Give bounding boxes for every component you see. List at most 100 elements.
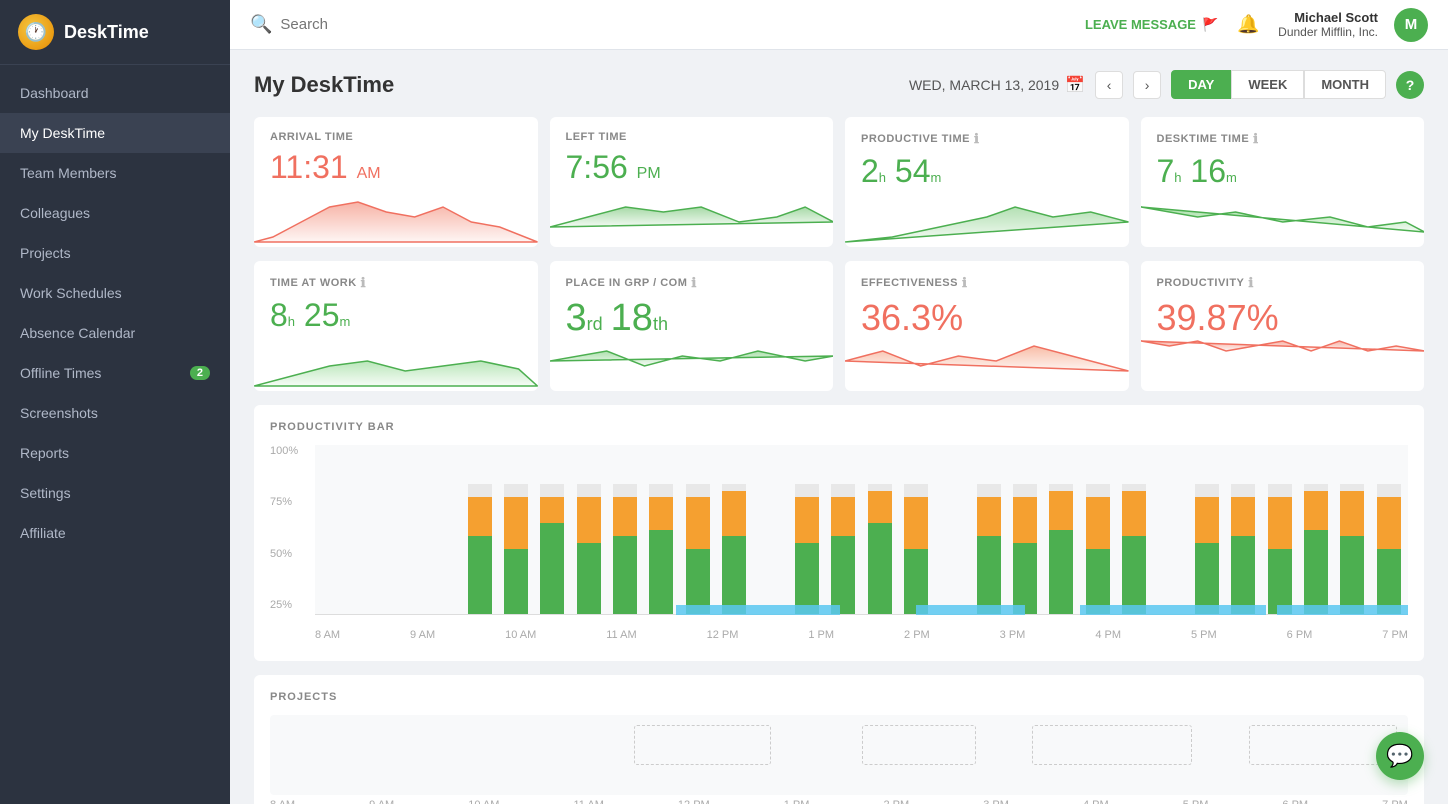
search-input[interactable] bbox=[280, 16, 480, 33]
topbar: 🔍 LEAVE MESSAGE 🚩 🔔 Michael Scott Dunder… bbox=[230, 0, 1448, 50]
leave-message-label: LEAVE MESSAGE bbox=[1085, 17, 1196, 32]
bar-group bbox=[608, 445, 642, 614]
x-axis: 8 AM 9 AM 10 AM 11 AM 12 PM 1 PM 2 PM 3 … bbox=[315, 629, 1408, 641]
left-time-label: LEFT TIME bbox=[566, 131, 818, 143]
arrival-time-card: ARRIVAL TIME 11:31 AM bbox=[254, 117, 538, 247]
sidebar-item-colleagues[interactable]: Colleagues bbox=[0, 193, 230, 233]
app-name: DeskTime bbox=[64, 22, 149, 43]
bar-group bbox=[899, 445, 933, 614]
bar-group bbox=[1008, 445, 1042, 614]
projects-title: PROJECTS bbox=[270, 691, 1408, 703]
bar-group bbox=[862, 445, 896, 614]
effectiveness-label: EFFECTIVENESS ℹ bbox=[861, 275, 1113, 291]
productivity-card-chart bbox=[1141, 331, 1425, 391]
bar-group bbox=[462, 445, 496, 614]
time-at-work-label: TIME AT WORK ℹ bbox=[270, 275, 522, 291]
highlight-band-4 bbox=[1277, 605, 1408, 615]
project-block-3 bbox=[1032, 725, 1191, 765]
prev-day-button[interactable]: ‹ bbox=[1095, 71, 1123, 99]
date-nav: WED, MARCH 13, 2019 📅 bbox=[909, 75, 1085, 95]
bar-group bbox=[390, 445, 424, 614]
content: My DeskTime WED, MARCH 13, 2019 📅 ‹ › DA… bbox=[230, 50, 1448, 804]
arrival-time-label: ARRIVAL TIME bbox=[270, 131, 522, 143]
help-button[interactable]: ? bbox=[1396, 71, 1424, 99]
metrics-row-1: ARRIVAL TIME 11:31 AM LEFT TIME 7:56 PM bbox=[254, 117, 1424, 247]
productive-time-info: ℹ bbox=[974, 131, 979, 147]
projects-section: PROJECTS 8 AM 9 AM 10 AM 11 AM 12 PM 1 P… bbox=[254, 675, 1424, 804]
sidebar-item-reports[interactable]: Reports bbox=[0, 433, 230, 473]
bar-group bbox=[826, 445, 860, 614]
sidebar-item-affiliate[interactable]: Affiliate bbox=[0, 513, 230, 553]
bar-group bbox=[572, 445, 606, 614]
productivity-bar-title: PRODUCTIVITY BAR bbox=[270, 421, 1408, 433]
sidebar-item-label: Reports bbox=[20, 445, 69, 461]
tab-week[interactable]: WEEK bbox=[1231, 70, 1304, 99]
sidebar-item-settings[interactable]: Settings bbox=[0, 473, 230, 513]
effectiveness-card: EFFECTIVENESS ℹ 36.3% bbox=[845, 261, 1129, 391]
left-time-card: LEFT TIME 7:56 PM bbox=[550, 117, 834, 247]
place-chart bbox=[550, 331, 834, 391]
arrival-time-value: 11:31 AM bbox=[270, 149, 381, 186]
sidebar-item-absence-calendar[interactable]: Absence Calendar bbox=[0, 313, 230, 353]
avatar: M bbox=[1394, 8, 1428, 42]
sidebar-item-team-members[interactable]: Team Members bbox=[0, 153, 230, 193]
tab-month[interactable]: MONTH bbox=[1304, 70, 1386, 99]
left-time-value: 7:56 PM bbox=[566, 149, 661, 186]
bar-group bbox=[535, 445, 569, 614]
calendar-icon[interactable]: 📅 bbox=[1065, 75, 1085, 95]
productivity-card: PRODUCTIVITY ℹ 39.87% bbox=[1141, 261, 1425, 391]
time-at-work-info: ℹ bbox=[361, 275, 366, 291]
main-area: 🔍 LEAVE MESSAGE 🚩 🔔 Michael Scott Dunder… bbox=[230, 0, 1448, 804]
bar-group bbox=[753, 445, 787, 614]
project-block-2 bbox=[862, 725, 976, 765]
bar-group bbox=[426, 445, 460, 614]
sidebar-item-my-desktime[interactable]: My DeskTime bbox=[0, 113, 230, 153]
sidebar-item-label: Dashboard bbox=[20, 85, 89, 101]
sidebar-item-projects[interactable]: Projects bbox=[0, 233, 230, 273]
place-info: ℹ bbox=[691, 275, 696, 291]
sidebar-item-label: Settings bbox=[20, 485, 71, 501]
productivity-bar-section: PRODUCTIVITY BAR 100% 75% 50% 25% bbox=[254, 405, 1424, 661]
bar-group bbox=[317, 445, 351, 614]
sidebar-item-label: Projects bbox=[20, 245, 71, 261]
arrival-time-chart bbox=[254, 187, 538, 247]
highlight-band-3 bbox=[1080, 605, 1266, 615]
bar-group bbox=[644, 445, 678, 614]
tab-day[interactable]: DAY bbox=[1171, 70, 1231, 99]
productivity-info: ℹ bbox=[1248, 275, 1253, 291]
bar-group bbox=[717, 445, 751, 614]
chart-body: 8 AM 9 AM 10 AM 11 AM 12 PM 1 PM 2 PM 3 … bbox=[315, 445, 1408, 645]
bar-group bbox=[1081, 445, 1115, 614]
sidebar-item-label: Screenshots bbox=[20, 405, 98, 421]
desktime-time-chart bbox=[1141, 187, 1425, 247]
leave-message-button[interactable]: LEAVE MESSAGE 🚩 bbox=[1085, 17, 1218, 33]
user-info: Michael Scott Dunder Mifflin, Inc. bbox=[1278, 10, 1378, 39]
bar-group bbox=[1299, 445, 1333, 614]
flag-icon: 🚩 bbox=[1202, 17, 1218, 33]
next-day-button[interactable]: › bbox=[1133, 71, 1161, 99]
sidebar-item-label: Absence Calendar bbox=[20, 325, 135, 341]
bar-group bbox=[1262, 445, 1296, 614]
time-at-work-card: TIME AT WORK ℹ 8h 25m bbox=[254, 261, 538, 391]
bar-group bbox=[681, 445, 715, 614]
productive-time-chart bbox=[845, 187, 1129, 247]
bar-group bbox=[971, 445, 1005, 614]
sidebar-item-label: Work Schedules bbox=[20, 285, 122, 301]
sidebar-item-dashboard[interactable]: Dashboard bbox=[0, 73, 230, 113]
page-title: My DeskTime bbox=[254, 72, 394, 98]
user-name: Michael Scott bbox=[1278, 10, 1378, 25]
view-tabs: DAY WEEK MONTH bbox=[1171, 70, 1386, 99]
productive-time-value: 2h 54m bbox=[861, 153, 941, 190]
sidebar-item-screenshots[interactable]: Screenshots bbox=[0, 393, 230, 433]
logo-icon: 🕐 bbox=[18, 14, 54, 50]
left-time-chart bbox=[550, 187, 834, 247]
sidebar-item-label: Affiliate bbox=[20, 525, 66, 541]
chat-fab[interactable]: 💬 bbox=[1376, 732, 1424, 780]
y-axis: 100% 75% 50% 25% bbox=[270, 445, 298, 615]
sidebar-item-offline-times[interactable]: Offline Times2 bbox=[0, 353, 230, 393]
notifications-button[interactable]: 🔔 bbox=[1234, 11, 1262, 39]
time-at-work-value: 8h 25m bbox=[270, 297, 350, 334]
sidebar-item-work-schedules[interactable]: Work Schedules bbox=[0, 273, 230, 313]
desktime-info: ℹ bbox=[1253, 131, 1258, 147]
projects-chart bbox=[270, 715, 1408, 795]
